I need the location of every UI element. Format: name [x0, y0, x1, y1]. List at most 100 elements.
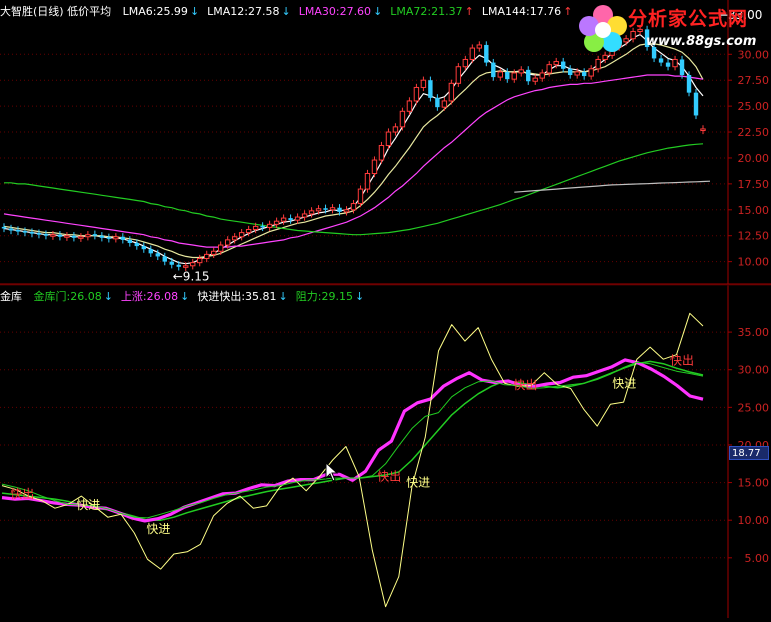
mouse-pointer-icon: [325, 462, 339, 482]
price-tick-label: 20.00: [738, 152, 770, 165]
candle-body: [658, 58, 664, 63]
down-arrow-icon: ↓: [103, 290, 113, 303]
candle-body: [553, 61, 559, 66]
candle-body: [588, 68, 594, 77]
candle-body: [364, 173, 371, 190]
rise-line: [1, 358, 704, 523]
candle-body: [294, 216, 301, 221]
chart-canvas: 30.00 27.50 25.00 22.50 20.00 17.50 15.00 12.50…: [0, 0, 771, 618]
price-tick-label: 10.00: [738, 256, 770, 269]
indicator-legend-item: 阻力:29.15: [295, 290, 353, 303]
candle-body: [413, 86, 420, 102]
price-tick-label: 30.00: [738, 48, 770, 61]
candle-body: [64, 235, 70, 238]
candle-body: [238, 232, 245, 238]
price-legend-item: LMA12:27.58: [207, 5, 280, 18]
price-panel-title: 大智胜(日线) 低价平均: [0, 5, 112, 18]
candle-body: [155, 253, 160, 257]
price-tick-label: 27.50: [738, 74, 770, 87]
candle-body: [497, 71, 503, 78]
candle-body: [127, 239, 133, 243]
candle-body: [595, 58, 601, 70]
down-arrow-icon: ↓: [281, 5, 291, 18]
candle-body: [329, 207, 336, 211]
candle-body: [22, 231, 28, 233]
candle-body: [567, 68, 573, 76]
candle-body: [1, 226, 7, 229]
candle-body: [323, 208, 328, 210]
candle-body: [224, 239, 231, 246]
logo-text: 分析家公式网: [628, 8, 749, 30]
candle-body: [574, 71, 580, 76]
candle-body: [288, 218, 293, 221]
candle-body: [428, 80, 433, 98]
candle-body: [231, 236, 238, 241]
candle-body: [672, 58, 678, 68]
candle-body: [245, 228, 252, 234]
candle-body: [532, 77, 538, 82]
candle-body: [539, 72, 545, 79]
candle-body: [15, 230, 21, 232]
signal-label: 快进: [406, 476, 430, 490]
candle-body: [679, 59, 685, 76]
down-arrow-icon: ↓: [278, 290, 288, 303]
down-arrow-icon: ↓: [180, 290, 190, 303]
candle-body: [85, 234, 91, 238]
candle-body: [406, 100, 413, 112]
signal-label: 快出: [513, 378, 537, 392]
candle-body: [50, 234, 56, 237]
price-legend-item: LMA144:17.76: [481, 5, 562, 18]
down-arrow-icon: ↓: [189, 5, 200, 18]
candle-body: [260, 225, 265, 228]
price-legend-item: LMA30:27.60: [298, 5, 372, 18]
up-arrow-icon: ↑: [563, 5, 573, 18]
candle-body: [8, 228, 14, 231]
candle-body: [630, 30, 636, 40]
candle-body: [197, 258, 203, 264]
signal-label: 快进: [612, 376, 636, 390]
signal-label: 快进: [146, 522, 170, 536]
gold-gate-line: [1, 360, 704, 521]
candle-body: [448, 82, 455, 102]
candle-body: [476, 44, 483, 49]
candle-body: [469, 47, 476, 60]
candle-body: [190, 262, 196, 267]
candle-body: [455, 66, 462, 84]
price-panel-header: 大智胜(日线) 低价平均 LMA6:25.99 ↓ LMA12:27.58 ↓ LMA3…: [0, 3, 576, 19]
candle-body: [561, 61, 566, 69]
lma72-line: [4, 143, 704, 236]
candle-body: [176, 264, 181, 267]
price-tick-label: 17.50: [738, 178, 770, 191]
candle-body: [106, 237, 112, 239]
down-arrow-icon: ↓: [354, 290, 365, 303]
signal-label: 快出: [670, 354, 694, 368]
candle-body: [280, 217, 287, 222]
candle-body: [337, 207, 342, 212]
fast-in-out-line: [1, 312, 704, 608]
indicator-legend: 金库门:26.08 ↓ 上涨:26.08 ↓ 快进快出:35.81 ↓ 阻力:29.15 ↓: [28, 290, 367, 303]
candle-body: [217, 244, 224, 252]
candle-body: [43, 234, 49, 236]
candle-body: [252, 225, 259, 230]
candle-body: [99, 235, 105, 238]
candle-body: [693, 92, 699, 116]
down-arrow-icon: ↓: [373, 5, 383, 18]
signal-label: 快出: [10, 487, 34, 501]
price-tick-label: 12.50: [738, 230, 770, 243]
candle-body: [315, 208, 322, 212]
candle-body: [686, 75, 692, 93]
candle-body: [491, 62, 496, 78]
indicator-legend-item: 快进快出:35.81: [197, 290, 277, 303]
indicator-tick-label: 15.00: [738, 477, 770, 490]
indicator-tick-label: 35.00: [738, 326, 770, 339]
candle-body: [71, 235, 77, 238]
lma144-line: [514, 180, 711, 193]
price-tick-label: 25.00: [738, 100, 770, 113]
price-tick-label: 15.00: [738, 204, 770, 217]
candle-body: [385, 131, 392, 147]
candle-body: [92, 234, 98, 236]
candle-body: [36, 233, 42, 235]
candle-body: [399, 110, 406, 128]
indicator-panel-title: 金库: [0, 290, 22, 303]
candle-body: [371, 159, 378, 175]
